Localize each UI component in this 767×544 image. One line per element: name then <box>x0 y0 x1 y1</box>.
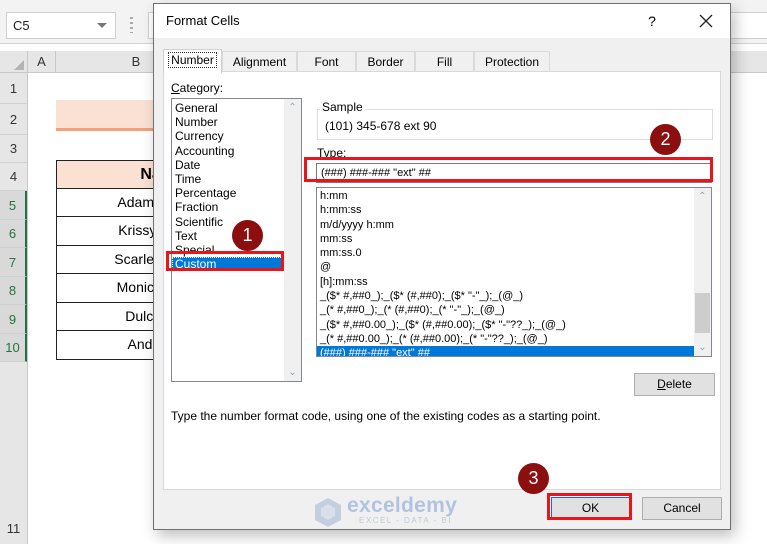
category-item-text[interactable]: Text <box>172 229 285 243</box>
type-input[interactable]: (###) ###-### "ext" ## <box>316 163 712 183</box>
category-scrollbar[interactable]: ⌃ ⌄ <box>284 99 301 381</box>
dialog-title: Format Cells <box>166 13 240 28</box>
row-header[interactable]: 7 <box>0 248 27 277</box>
type-item[interactable]: [h]:mm:ss <box>317 275 695 289</box>
exceldemy-logo-icon <box>315 498 341 527</box>
row-header[interactable]: 5 <box>0 191 27 220</box>
category-item-general[interactable]: General <box>172 101 285 115</box>
category-item-time[interactable]: Time <box>172 172 285 186</box>
category-item-custom[interactable]: Custom <box>172 257 285 272</box>
category-item-date[interactable]: Date <box>172 158 285 172</box>
close-icon <box>699 14 713 28</box>
step2-badge: 2 <box>650 124 681 155</box>
type-item[interactable]: _(* #,##0.00_);_(* (#,##0.00);_(* "-"??_… <box>317 332 695 346</box>
type-item[interactable]: mm:ss.0 <box>317 246 695 260</box>
watermark-tagline: EXCEL - DATA - BI <box>359 516 452 525</box>
row-header[interactable]: 9 <box>0 305 27 334</box>
category-label: Category: <box>171 81 224 95</box>
ok-button[interactable]: OK <box>551 497 630 520</box>
category-item-accounting[interactable]: Accounting <box>172 144 285 158</box>
chevron-up-icon[interactable]: ⌃ <box>694 188 711 205</box>
chevron-down-icon[interactable]: ⌄ <box>694 339 711 356</box>
type-list[interactable]: h:mm h:mm:ss m/d/yyyy h:mm mm:ss mm:ss.0… <box>316 187 712 357</box>
category-item-currency[interactable]: Currency <box>172 129 285 143</box>
step3-badge: 3 <box>518 463 549 494</box>
close-button[interactable] <box>694 9 718 33</box>
tab-fill[interactable]: Fill <box>415 51 474 72</box>
type-item[interactable]: @ <box>317 260 695 274</box>
chevron-down-icon[interactable]: ⌄ <box>284 364 301 381</box>
category-item-scientific[interactable]: Scientific <box>172 215 285 229</box>
category-item-special[interactable]: Special <box>172 243 285 257</box>
watermark-brand: exceldemy <box>347 494 458 517</box>
dialog-titlebar[interactable]: Format Cells ? <box>154 4 730 38</box>
category-item-percentage[interactable]: Percentage <box>172 186 285 200</box>
category-item-number[interactable]: Number <box>172 115 285 129</box>
delete-button[interactable]: Delete <box>634 373 715 396</box>
type-item[interactable]: m/d/yyyy h:mm <box>317 218 695 232</box>
column-header-a[interactable]: A <box>28 51 56 73</box>
tab-label: Number <box>168 52 217 68</box>
row-headers: 1 2 3 4 5 6 7 8 9 10 11 <box>0 73 28 544</box>
hint-text: Type the number format code, using one o… <box>171 409 601 423</box>
type-label: Type: <box>317 146 347 160</box>
name-box[interactable]: C5 <box>6 12 116 39</box>
cancel-button[interactable]: Cancel <box>642 497 722 520</box>
row-header[interactable]: 4 <box>0 163 27 191</box>
sample-value: (101) 345-678 ext 90 <box>325 119 437 133</box>
row-header[interactable]: 3 <box>0 135 27 163</box>
tab-border[interactable]: Border <box>356 51 415 72</box>
type-item-selected[interactable]: (###) ###-### "ext" ## <box>317 346 695 356</box>
tab-protection[interactable]: Protection <box>474 51 550 72</box>
name-box-value: C5 <box>13 18 30 33</box>
type-item[interactable]: h:mm <box>317 189 695 203</box>
formula-bar-grip <box>130 17 133 33</box>
type-item[interactable]: mm:ss <box>317 232 695 246</box>
row-header[interactable]: 8 <box>0 277 27 305</box>
chevron-up-icon[interactable]: ⌃ <box>284 99 301 116</box>
tab-alignment[interactable]: Alignment <box>222 51 297 72</box>
tab-font[interactable]: Font <box>297 51 356 72</box>
row-header[interactable]: 2 <box>0 104 27 135</box>
chevron-down-icon[interactable] <box>97 23 107 28</box>
scrollbar-thumb[interactable] <box>695 293 710 333</box>
select-all-button[interactable] <box>0 51 28 73</box>
type-item[interactable]: _(* #,##0_);_(* (#,##0);_(* "-"_);_(@_) <box>317 303 695 317</box>
tab-number[interactable]: Number <box>163 49 222 73</box>
help-button[interactable]: ? <box>642 11 662 31</box>
row-header[interactable]: 11 <box>0 514 27 544</box>
exceldemy-watermark: exceldemy EXCEL - DATA - BI <box>313 494 457 530</box>
type-item[interactable]: _($* #,##0_);_($* (#,##0);_($* "-"_);_(@… <box>317 289 695 303</box>
category-item-fraction[interactable]: Fraction <box>172 200 285 214</box>
step1-badge: 1 <box>232 220 263 251</box>
type-item[interactable]: h:mm:ss <box>317 203 695 217</box>
format-cells-dialog: Format Cells ? Number Alignment Font Bor… <box>153 3 731 530</box>
row-header[interactable]: 6 <box>0 220 27 248</box>
type-list-scrollbar[interactable]: ⌃ ⌄ <box>694 188 711 356</box>
row-header[interactable]: 10 <box>0 334 27 362</box>
number-tab-panel: Category: General Number Currency Accoun… <box>163 71 721 490</box>
type-item[interactable]: _($* #,##0.00_);_($* (#,##0.00);_($* "-"… <box>317 318 695 332</box>
sample-label: Sample <box>320 100 365 114</box>
row-header[interactable]: 1 <box>0 73 27 104</box>
